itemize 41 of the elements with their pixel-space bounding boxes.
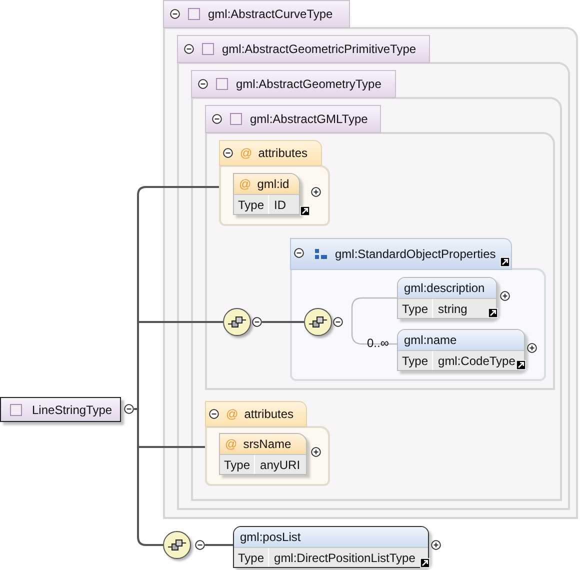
type-label: Type (234, 195, 270, 214)
type-name: gml:AbstractCurveType (208, 6, 333, 23)
type-label: Type (220, 455, 256, 474)
element-node[interactable]: gml:description Type string (397, 277, 497, 319)
type-value: string (437, 300, 468, 318)
type-value: ID (273, 196, 288, 214)
base-type-header[interactable]: gml:AbstractGeometricPrimitiveType (177, 35, 430, 63)
group-name: gml:StandardObjectProperties (335, 246, 496, 263)
type-name: gml:AbstractGeometricPrimitiveType (222, 41, 416, 58)
type-value: gml:DirectPositionListType (273, 550, 416, 566)
type-value: gml:CodeType (437, 352, 516, 370)
attribute-node[interactable]: @ srsName Type anyURI (219, 433, 307, 475)
attribute-icon: @ (239, 175, 252, 193)
attributes-label: attributes (244, 406, 294, 423)
attribute-node[interactable]: @ gml:id Type ID (233, 173, 300, 215)
root-type-name: LineStringType (32, 402, 112, 418)
element-name: gml:description (404, 280, 485, 297)
attributes-label: attributes (258, 145, 308, 162)
attribute-icon: @ (226, 405, 238, 423)
base-type-header[interactable]: gml:AbstractGMLType (205, 105, 381, 133)
element-name: gml:posList (240, 529, 301, 546)
type-label: Type (234, 548, 270, 567)
base-type-header[interactable]: gml:AbstractGeometryType (191, 70, 396, 98)
group-header[interactable]: gml:StandardObjectProperties (290, 238, 512, 270)
attribute-icon: @ (240, 144, 252, 162)
attribute-icon: @ (225, 435, 238, 453)
occurrence-label: 0..∞ (367, 335, 389, 352)
element-name: gml:name (404, 332, 457, 349)
root-type-node[interactable]: LineStringType (0, 397, 121, 422)
base-type-header[interactable]: gml:AbstractCurveType (163, 0, 350, 28)
type-label: Type (398, 351, 434, 370)
element-node[interactable]: gml:name Type gml:CodeType (397, 329, 525, 371)
attributes-header[interactable]: @ attributes (205, 401, 307, 427)
type-value: anyURI (259, 456, 302, 474)
attribute-name: gml:id (257, 176, 290, 193)
element-node[interactable]: gml:posList Type gml:DirectPositionListType (233, 526, 429, 568)
type-label: Type (398, 299, 434, 318)
attribute-name: srsName (243, 436, 292, 453)
type-name: gml:AbstractGMLType (250, 111, 368, 128)
type-name: gml:AbstractGeometryType (236, 76, 382, 93)
attributes-header[interactable]: @ attributes (219, 140, 322, 166)
